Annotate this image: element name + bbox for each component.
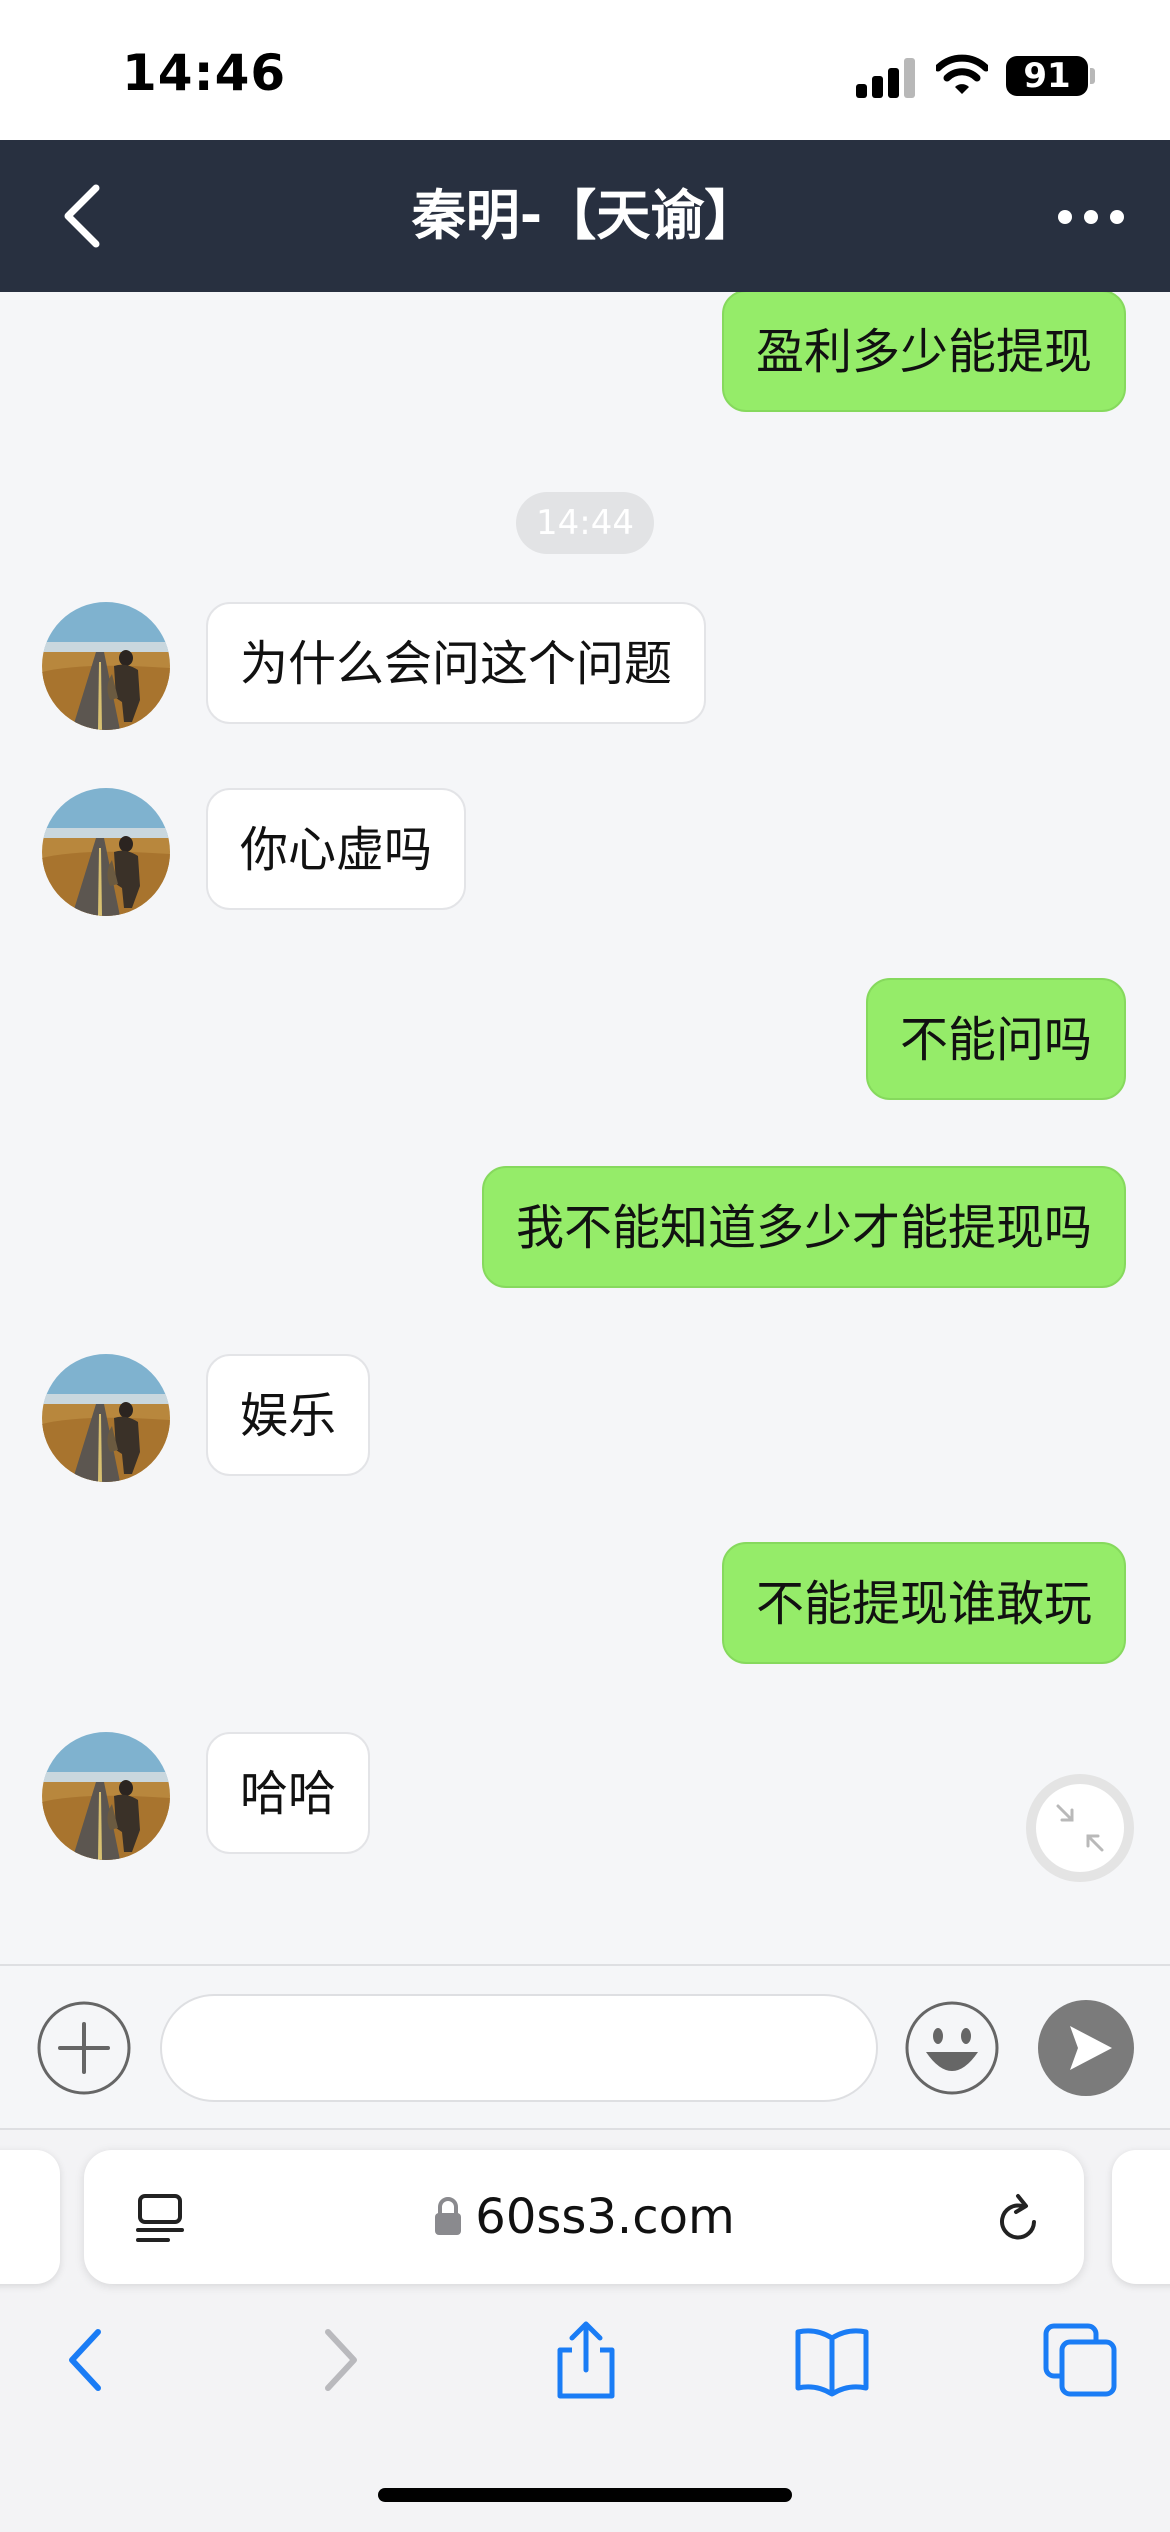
status-bar: 14:46 91 (0, 0, 1170, 140)
message-bubble-incoming[interactable]: 你心虚吗 (206, 788, 467, 910)
timestamp-divider: 14:44 (516, 492, 654, 554)
message-bubble-incoming[interactable]: 为什么会问这个问题 (206, 602, 707, 724)
message-bubble-incoming[interactable]: 哈哈 (206, 1732, 371, 1854)
avatar[interactable] (42, 1732, 170, 1860)
message-bubble-outgoing[interactable]: 盈利多少能提现 (721, 292, 1126, 412)
ellipsis-icon[interactable] (1058, 198, 1128, 234)
wifi-icon (936, 54, 988, 94)
collapse-icon[interactable] (1026, 1774, 1134, 1882)
bookmarks-icon[interactable] (792, 2320, 872, 2400)
browser-toolbar-area: 60ss3.com (0, 2130, 1170, 2532)
back-icon[interactable] (48, 2320, 128, 2400)
message-composer (0, 1964, 1170, 2130)
battery-icon: 91 (1006, 56, 1088, 96)
plus-icon[interactable] (36, 2000, 132, 2096)
reload-icon[interactable] (994, 2192, 1044, 2246)
message-bubble-outgoing[interactable]: 我不能知道多少才能提现吗 (481, 1166, 1126, 1288)
avatar[interactable] (42, 788, 170, 916)
send-icon[interactable] (1038, 2000, 1134, 2096)
home-indicator[interactable] (378, 2488, 792, 2502)
next-tab-preview[interactable] (1112, 2150, 1170, 2284)
previous-tab-preview[interactable] (0, 2150, 60, 2284)
message-bubble-incoming[interactable]: 娱乐 (206, 1354, 371, 1476)
message-input[interactable] (160, 1994, 878, 2102)
forward-icon[interactable] (298, 2320, 378, 2400)
avatar[interactable] (42, 1354, 170, 1482)
lock-icon (435, 2197, 462, 2235)
avatar[interactable] (42, 602, 170, 730)
share-icon[interactable] (546, 2320, 626, 2400)
tabs-icon[interactable] (1040, 2320, 1120, 2400)
emoji-icon[interactable] (904, 2000, 1000, 2096)
chat-header: 秦明-【天谕】 (0, 140, 1170, 292)
url-text: 60ss3.com (475, 2189, 735, 2245)
battery-tip (1090, 68, 1095, 84)
cellular-signal-icon (856, 58, 916, 98)
message-bubble-outgoing[interactable]: 不能提现谁敢玩 (721, 1542, 1126, 1664)
chat-title: 秦明-【天谕】 (411, 184, 759, 247)
chat-message-list[interactable]: 盈利多少能提现 14:44 为什么会问这个问题 你心虚吗 不能问吗 我不能知道多… (0, 292, 1170, 1964)
message-bubble-outgoing[interactable]: 不能问吗 (865, 978, 1126, 1100)
url-display[interactable]: 60ss3.com (84, 2150, 1084, 2284)
status-time: 14:46 (122, 44, 287, 102)
address-bar[interactable]: 60ss3.com (84, 2150, 1084, 2284)
